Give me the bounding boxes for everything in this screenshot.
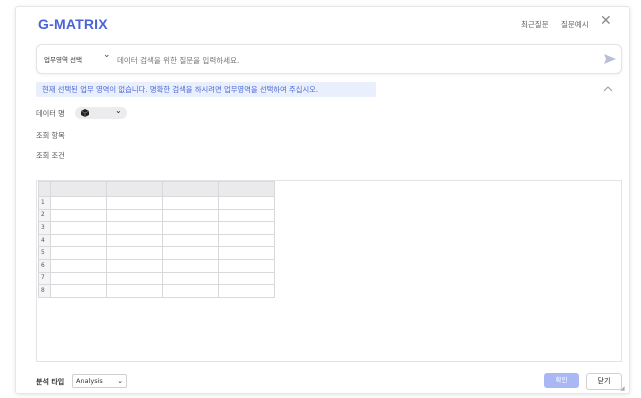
- data-name-select[interactable]: ⌄: [75, 106, 127, 119]
- grid-cell[interactable]: [50, 233, 107, 248]
- row-number: 4: [38, 233, 51, 248]
- grid-cell[interactable]: [106, 246, 163, 260]
- grid-cell[interactable]: [162, 233, 219, 248]
- grid-cell[interactable]: [162, 246, 219, 260]
- grid-cell[interactable]: [106, 221, 163, 235]
- analysis-type-value: Analysis: [76, 377, 103, 385]
- analysis-type-select[interactable]: Analysis ⌄: [72, 374, 127, 388]
- grid-cell[interactable]: [162, 221, 219, 235]
- grid-corner-cell: [38, 181, 51, 197]
- resize-handle-icon[interactable]: ◢: [620, 385, 625, 392]
- grid-cell[interactable]: [218, 258, 275, 273]
- close-button[interactable]: 닫기: [586, 373, 622, 390]
- grid-column-header[interactable]: [162, 181, 219, 197]
- table-row: 3: [38, 221, 275, 235]
- table-row: 1: [38, 196, 275, 210]
- grid-cell[interactable]: [218, 246, 275, 260]
- row-number: 6: [38, 258, 51, 273]
- cube-icon: [80, 109, 90, 117]
- table-row: 2: [38, 208, 275, 223]
- grid-cell[interactable]: [106, 208, 163, 223]
- grid-cell[interactable]: [218, 196, 275, 210]
- chevron-up-icon[interactable]: [602, 83, 614, 95]
- notice-banner: 현재 선택된 업무 영역이 없습니다. 명확한 검색을 하시려면 업무영역을 선…: [36, 82, 376, 97]
- grid-cell[interactable]: [50, 258, 107, 273]
- row-number: 5: [38, 246, 51, 260]
- analysis-type-label: 분석 타입: [36, 378, 65, 386]
- table-row: 6: [38, 258, 275, 273]
- row-number: 3: [38, 221, 51, 235]
- grid-cell[interactable]: [106, 284, 163, 298]
- grid-cell[interactable]: [50, 208, 107, 223]
- grid-column-header[interactable]: [106, 181, 163, 197]
- grid-cell[interactable]: [218, 208, 275, 223]
- grid-cell[interactable]: [106, 233, 163, 248]
- row-number: 1: [38, 196, 51, 210]
- grid-cell[interactable]: [50, 284, 107, 298]
- query-conditions-label: 조회 조건: [36, 151, 65, 160]
- search-bar: 업무영역 선택 ⌄: [36, 44, 622, 74]
- grid-cell[interactable]: [162, 208, 219, 223]
- question-examples-button[interactable]: 질문예시: [561, 19, 589, 30]
- grid-cell[interactable]: [106, 258, 163, 273]
- grid-cell[interactable]: [106, 196, 163, 210]
- grid-cell[interactable]: [162, 271, 219, 286]
- work-area-select[interactable]: 업무영역 선택: [44, 54, 82, 64]
- app-logo: G-MATRIX: [38, 16, 108, 32]
- confirm-button[interactable]: 확인: [544, 373, 579, 388]
- grid-column-header[interactable]: [218, 181, 275, 197]
- grid-cell[interactable]: [106, 271, 163, 286]
- grid-cell[interactable]: [218, 233, 275, 248]
- grid-cell[interactable]: [50, 221, 107, 235]
- row-number: 8: [38, 284, 51, 298]
- table-row: 4: [38, 233, 275, 248]
- table-row: 7: [38, 271, 275, 286]
- chevron-down-icon: ⌄: [115, 106, 122, 115]
- chevron-down-icon[interactable]: ⌄: [103, 50, 111, 60]
- query-items-label: 조회 항목: [36, 131, 65, 140]
- grid-cell[interactable]: [218, 221, 275, 235]
- grid-cell[interactable]: [218, 284, 275, 298]
- grid-cell[interactable]: [50, 271, 107, 286]
- grid-cell[interactable]: [162, 196, 219, 210]
- chevron-down-icon: ⌄: [117, 377, 123, 385]
- grid-cell[interactable]: [50, 246, 107, 260]
- grid-cell[interactable]: [218, 271, 275, 286]
- data-name-label: 데이터 명: [36, 109, 65, 118]
- grid-cell[interactable]: [50, 196, 107, 210]
- data-grid: 12345678: [36, 180, 622, 362]
- chat-window: G-MATRIX 최근질문 질문예시 ✕ 업무영역 선택 ⌄ 현재 선택된 업무…: [15, 6, 630, 394]
- question-input[interactable]: [115, 51, 589, 69]
- row-number: 2: [38, 208, 51, 223]
- recent-questions-button[interactable]: 최근질문: [521, 19, 549, 30]
- close-icon[interactable]: ✕: [600, 13, 612, 29]
- grid-cell[interactable]: [162, 284, 219, 298]
- send-icon[interactable]: [601, 50, 619, 68]
- grid-cell[interactable]: [162, 258, 219, 273]
- grid-header-row: [38, 181, 275, 197]
- grid-table: 12345678: [38, 181, 275, 298]
- table-row: 5: [38, 246, 275, 260]
- table-row: 8: [38, 284, 275, 298]
- row-number: 7: [38, 271, 51, 286]
- grid-column-header[interactable]: [50, 181, 107, 197]
